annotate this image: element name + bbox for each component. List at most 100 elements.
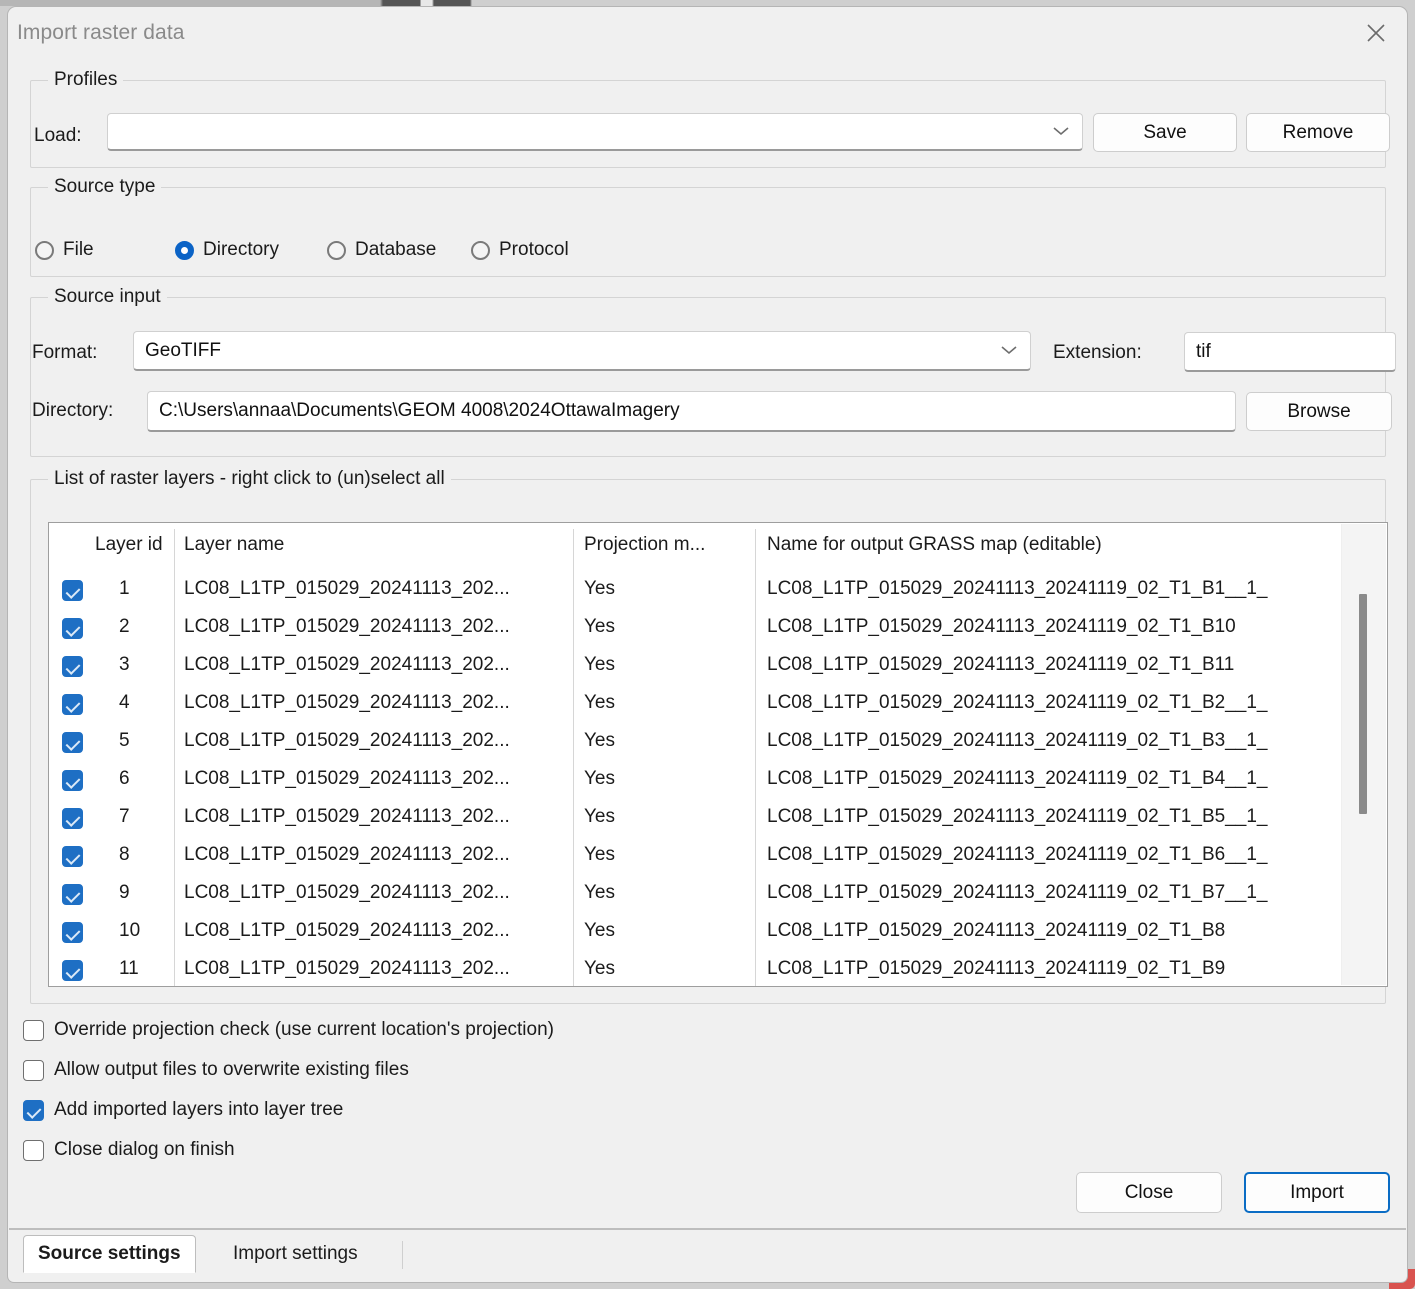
- close-icon[interactable]: [1349, 11, 1403, 55]
- raster-layers-table[interactable]: Layer id Layer name Projection m... Name…: [48, 522, 1388, 987]
- table-scrollbar-thumb[interactable]: [1359, 594, 1367, 814]
- import-raster-data-dialog: Import raster data Profiles Load: Save R…: [7, 6, 1408, 1283]
- cell-layer-name: LC08_L1TP_015029_20241113_202...: [184, 768, 510, 789]
- dialog-tabstrip: Source settings Import settings: [9, 1228, 1406, 1281]
- column-header-layer-id[interactable]: Layer id: [95, 534, 163, 556]
- directory-value: C:\Users\annaa\Documents\GEOM 4008\2024O…: [159, 400, 680, 421]
- browse-button[interactable]: Browse: [1246, 392, 1392, 431]
- cell-layer-id: 1: [119, 578, 130, 599]
- source-type-radio-directory[interactable]: Directory: [175, 239, 327, 261]
- cell-projection: Yes: [584, 616, 615, 637]
- table-body: 1 LC08_L1TP_015029_20241113_202... Yes LC08…: [49, 571, 1387, 986]
- table-row[interactable]: 4 LC08_L1TP_015029_20241113_202... Yes LC08…: [49, 685, 1387, 723]
- option-label: Close dialog on finish: [54, 1139, 235, 1160]
- cell-layer-id: 8: [119, 844, 130, 865]
- cell-projection: Yes: [584, 730, 615, 751]
- row-select-checkbox[interactable]: [62, 960, 83, 981]
- cell-output-name: LC08_L1TP_015029_20241113_20241119_02_T1…: [767, 768, 1268, 789]
- remove-profile-button[interactable]: Remove: [1246, 113, 1390, 152]
- option-label: Add imported layers into layer tree: [54, 1099, 344, 1120]
- profiles-load-label: Load:: [34, 125, 82, 146]
- table-row[interactable]: 3 LC08_L1TP_015029_20241113_202... Yes LC08…: [49, 647, 1387, 685]
- source-type-label-file: File: [63, 239, 94, 260]
- row-select-checkbox[interactable]: [62, 656, 83, 677]
- source-type-radio-file[interactable]: File: [35, 239, 175, 261]
- table-row[interactable]: 8 LC08_L1TP_015029_20241113_202... Yes LC08…: [49, 837, 1387, 875]
- dialog-titlebar: Import raster data: [8, 7, 1407, 62]
- row-select-checkbox[interactable]: [62, 922, 83, 943]
- table-row[interactable]: 6 LC08_L1TP_015029_20241113_202... Yes LC08…: [49, 761, 1387, 799]
- source-type-label-database: Database: [355, 239, 437, 260]
- row-select-checkbox[interactable]: [62, 808, 83, 829]
- format-combobox[interactable]: GeoTIFF: [133, 331, 1031, 371]
- profiles-group-title: Profiles: [48, 69, 124, 91]
- source-type-group-title: Source type: [48, 176, 162, 198]
- profile-load-combobox[interactable]: [107, 113, 1083, 151]
- cell-layer-name: LC08_L1TP_015029_20241113_202...: [184, 578, 510, 599]
- table-row[interactable]: 9 LC08_L1TP_015029_20241113_202... Yes LC08…: [49, 875, 1387, 913]
- option-row[interactable]: Close dialog on finish: [23, 1139, 235, 1161]
- save-profile-button[interactable]: Save: [1093, 113, 1237, 152]
- column-header-projection-match[interactable]: Projection m...: [584, 534, 705, 556]
- close-button[interactable]: Close: [1076, 1172, 1222, 1213]
- cell-layer-name: LC08_L1TP_015029_20241113_202...: [184, 616, 510, 637]
- row-select-checkbox[interactable]: [62, 884, 83, 905]
- table-row[interactable]: 7 LC08_L1TP_015029_20241113_202... Yes LC08…: [49, 799, 1387, 837]
- cell-layer-name: LC08_L1TP_015029_20241113_202...: [184, 730, 510, 751]
- option-checkbox[interactable]: [23, 1019, 44, 1041]
- table-vertical-scrollbar[interactable]: [1341, 524, 1386, 985]
- cell-projection: Yes: [584, 920, 615, 941]
- table-row[interactable]: 11 LC08_L1TP_015029_20241113_202... Yes LC0…: [49, 951, 1387, 986]
- tab-source-settings[interactable]: Source settings: [23, 1235, 196, 1273]
- source-type-group: Source type: [30, 176, 1386, 277]
- column-header-layer-name[interactable]: Layer name: [184, 534, 284, 556]
- table-row[interactable]: 2 LC08_L1TP_015029_20241113_202... Yes LC08…: [49, 609, 1387, 647]
- cell-output-name: LC08_L1TP_015029_20241113_20241119_02_T1…: [767, 654, 1235, 675]
- cell-projection: Yes: [584, 654, 615, 675]
- row-select-checkbox[interactable]: [62, 618, 83, 639]
- chevron-down-icon: [1000, 340, 1018, 362]
- row-select-checkbox[interactable]: [62, 694, 83, 715]
- option-label: Allow output files to overwrite existing…: [54, 1059, 409, 1080]
- cell-output-name: LC08_L1TP_015029_20241113_20241119_02_T1…: [767, 578, 1268, 599]
- cell-layer-id: 3: [119, 654, 130, 675]
- extension-input[interactable]: tif: [1184, 332, 1396, 372]
- directory-label: Directory:: [32, 400, 114, 421]
- dialog-title: Import raster data: [17, 21, 185, 44]
- source-input-group: Source input: [30, 286, 1386, 457]
- cell-output-name: LC08_L1TP_015029_20241113_20241119_02_T1…: [767, 958, 1226, 979]
- cell-layer-id: 5: [119, 730, 130, 751]
- option-checkbox[interactable]: [23, 1099, 44, 1121]
- cell-layer-name: LC08_L1TP_015029_20241113_202...: [184, 654, 510, 675]
- table-row[interactable]: 1 LC08_L1TP_015029_20241113_202... Yes LC08…: [49, 571, 1387, 609]
- option-checkbox[interactable]: [23, 1139, 44, 1161]
- row-select-checkbox[interactable]: [62, 770, 83, 791]
- row-select-checkbox[interactable]: [62, 580, 83, 601]
- tabstrip-separator: [402, 1241, 403, 1269]
- cell-layer-id: 9: [119, 882, 130, 903]
- format-value: GeoTIFF: [145, 339, 222, 361]
- row-select-checkbox[interactable]: [62, 846, 83, 867]
- table-row[interactable]: 10 LC08_L1TP_015029_20241113_202... Yes LC0…: [49, 913, 1387, 951]
- option-row[interactable]: Add imported layers into layer tree: [23, 1099, 343, 1121]
- cell-layer-name: LC08_L1TP_015029_20241113_202...: [184, 882, 510, 903]
- row-select-checkbox[interactable]: [62, 732, 83, 753]
- source-type-radio-protocol[interactable]: Protocol: [471, 239, 569, 261]
- cell-output-name: LC08_L1TP_015029_20241113_20241119_02_T1…: [767, 730, 1268, 751]
- option-checkbox[interactable]: [23, 1059, 44, 1081]
- column-header-output-grass-map[interactable]: Name for output GRASS map (editable): [767, 534, 1102, 556]
- cell-projection: Yes: [584, 768, 615, 789]
- cell-layer-id: 6: [119, 768, 130, 789]
- tab-import-settings[interactable]: Import settings: [219, 1235, 372, 1273]
- option-row[interactable]: Override projection check (use current l…: [23, 1019, 554, 1041]
- cell-output-name: LC08_L1TP_015029_20241113_20241119_02_T1…: [767, 920, 1226, 941]
- cell-layer-id: 4: [119, 692, 130, 713]
- import-button[interactable]: Import: [1244, 1172, 1390, 1213]
- cell-layer-id: 7: [119, 806, 130, 827]
- option-row[interactable]: Allow output files to overwrite existing…: [23, 1059, 409, 1081]
- directory-input[interactable]: C:\Users\annaa\Documents\GEOM 4008\2024O…: [147, 391, 1236, 432]
- cell-layer-name: LC08_L1TP_015029_20241113_202...: [184, 958, 510, 979]
- table-row[interactable]: 5 LC08_L1TP_015029_20241113_202... Yes LC08…: [49, 723, 1387, 761]
- cell-output-name: LC08_L1TP_015029_20241113_20241119_02_T1…: [767, 692, 1268, 713]
- source-type-radio-database[interactable]: Database: [327, 239, 471, 261]
